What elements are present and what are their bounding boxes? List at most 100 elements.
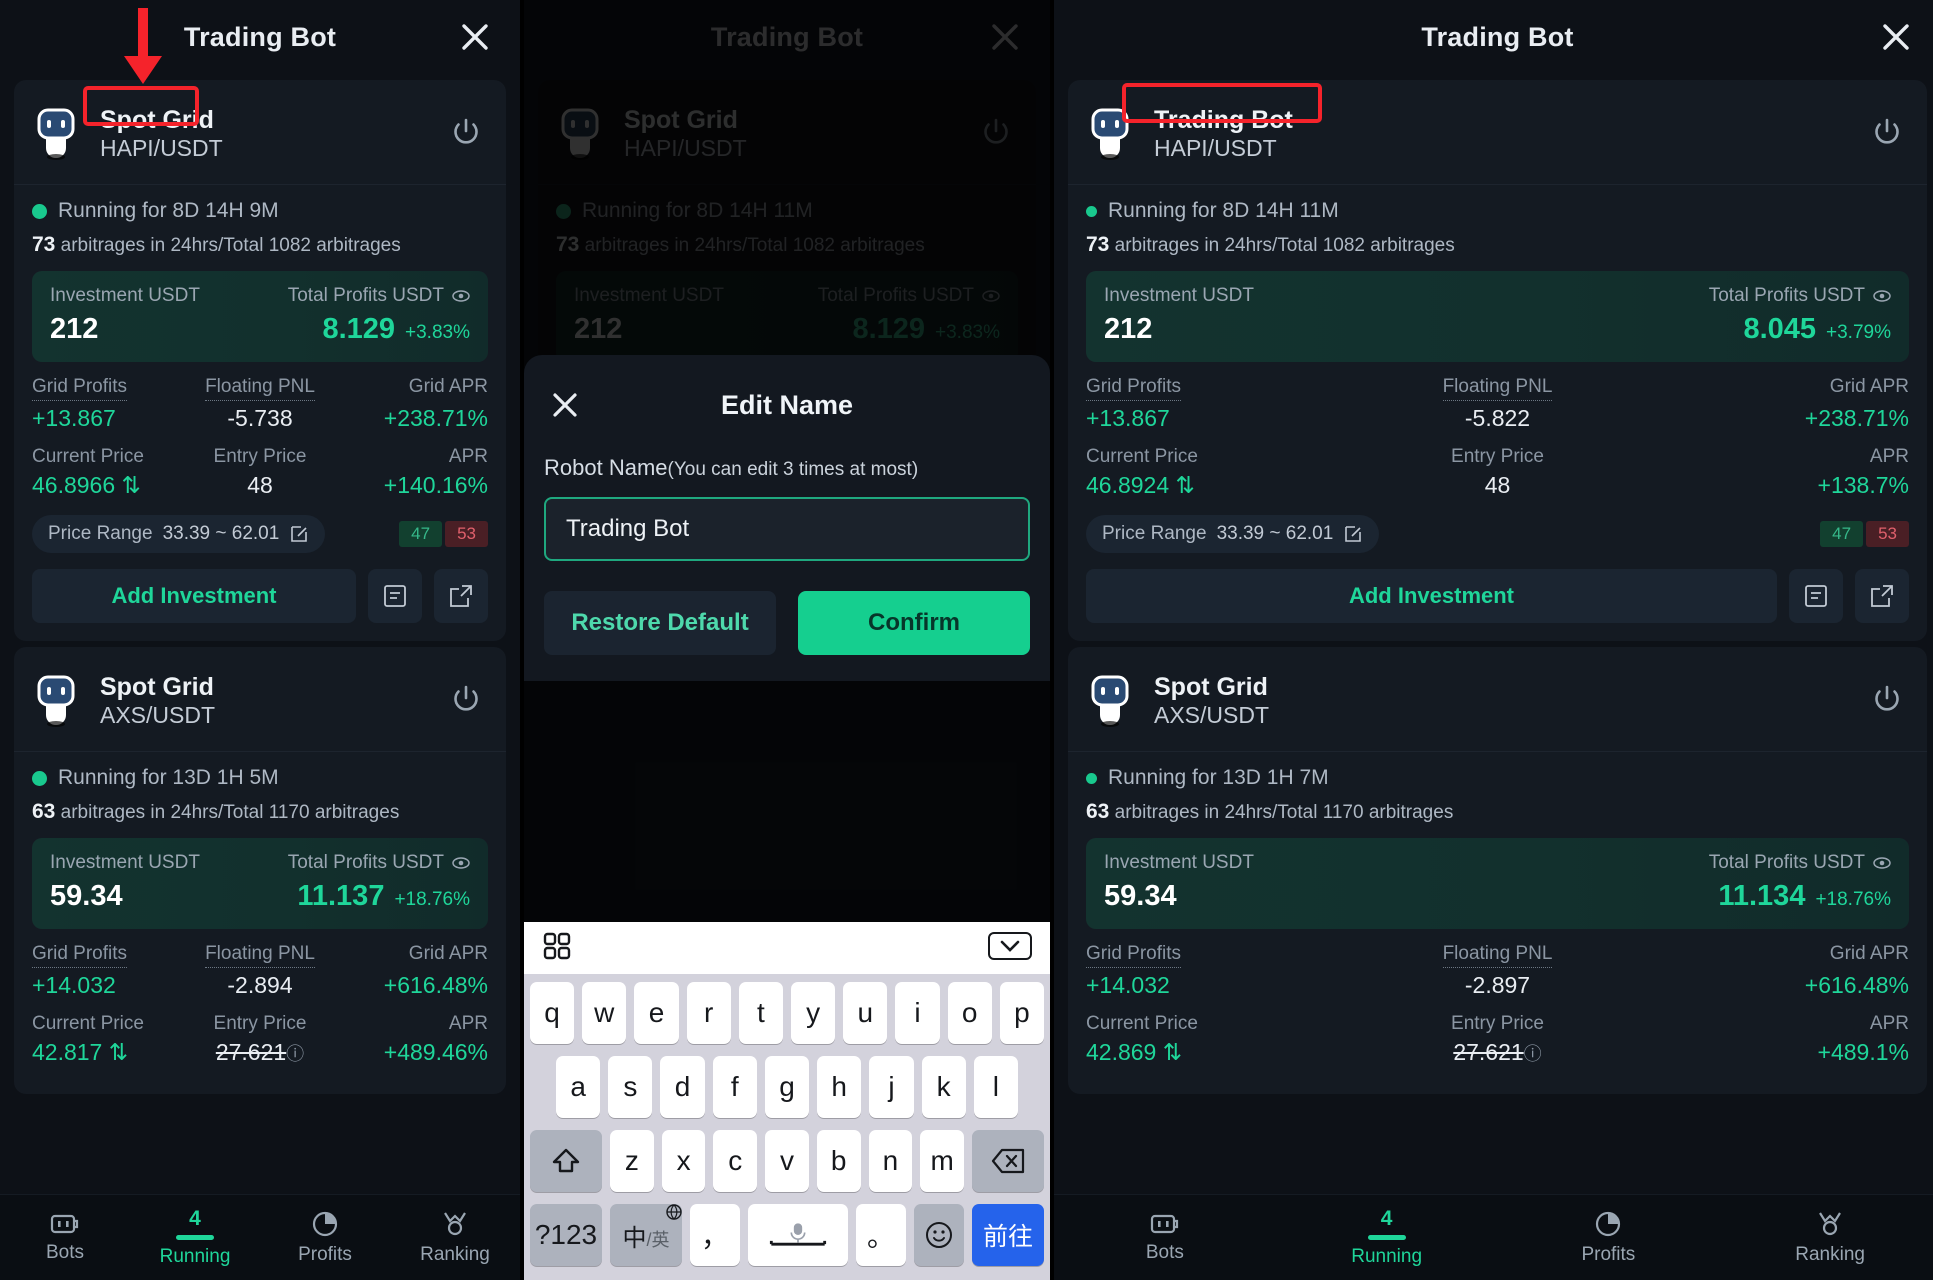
- grid-profits-value: +13.867: [32, 405, 116, 431]
- key-g[interactable]: g: [764, 1056, 810, 1118]
- edit-icon[interactable]: [1343, 524, 1363, 544]
- help-icon[interactable]: ⓘ: [1524, 1044, 1542, 1064]
- key-r[interactable]: r: [686, 982, 731, 1044]
- key-y[interactable]: y: [791, 982, 836, 1044]
- confirm-button[interactable]: Confirm: [798, 591, 1030, 655]
- key-n[interactable]: n: [868, 1130, 913, 1192]
- candlestick-icon: ⇅: [121, 472, 141, 498]
- key-b[interactable]: b: [816, 1130, 861, 1192]
- edit-icon[interactable]: [289, 524, 309, 544]
- details-icon[interactable]: [1789, 569, 1843, 623]
- key-z[interactable]: z: [609, 1130, 654, 1192]
- key-l[interactable]: l: [973, 1056, 1018, 1118]
- power-icon[interactable]: [448, 681, 484, 717]
- nav-item-ranking[interactable]: Ranking: [1719, 1210, 1933, 1266]
- floating-pnl-value: -5.738: [227, 405, 293, 431]
- key-o[interactable]: o: [947, 982, 992, 1044]
- nav-item-bots[interactable]: Bots: [0, 1212, 130, 1264]
- language-toggle-key[interactable]: 中/英: [610, 1203, 682, 1266]
- profits-col: Total Profits USDT 8.129 +3.83%: [288, 285, 470, 346]
- go-key[interactable]: 前往: [972, 1204, 1044, 1266]
- key-t[interactable]: t: [738, 982, 783, 1044]
- power-icon[interactable]: [1869, 681, 1905, 717]
- investment-value: 59.34: [1104, 880, 1177, 912]
- key-s[interactable]: s: [608, 1056, 653, 1118]
- bot-title-block: Spot Grid HAPI/USDT: [100, 106, 223, 162]
- numeric-key[interactable]: ?123: [530, 1204, 602, 1266]
- nav-item-running[interactable]: 4 Running: [1276, 1208, 1498, 1268]
- grid-apr-label: Grid APR: [408, 376, 488, 397]
- apr-value: +140.16%: [383, 472, 488, 498]
- details-icon[interactable]: [368, 569, 422, 623]
- candlestick-icon: ⇅: [108, 1039, 129, 1065]
- key-j[interactable]: j: [869, 1056, 914, 1118]
- period-key[interactable]: 。: [856, 1204, 906, 1266]
- bot-card[interactable]: Trading Bot HAPI/USDT Running for 8D 14H…: [1068, 80, 1927, 641]
- investment-box: Investment USDT 59.34 Total Profits USDT…: [1086, 838, 1909, 929]
- chevron-down-icon[interactable]: [988, 931, 1032, 966]
- close-icon[interactable]: [550, 390, 580, 420]
- globe-icon: [665, 1203, 682, 1220]
- arbitrage-row: 73 arbitrages in 24hrs/Total 1082 arbitr…: [32, 233, 488, 257]
- key-i[interactable]: i: [895, 982, 940, 1044]
- emoji-key-icon[interactable]: [914, 1204, 964, 1266]
- key-k[interactable]: k: [921, 1056, 966, 1118]
- key-u[interactable]: u: [843, 982, 888, 1044]
- space-key[interactable]: [748, 1204, 848, 1266]
- keyboard-grid-icon[interactable]: [542, 931, 572, 966]
- investment-label: Investment USDT: [50, 852, 200, 873]
- metrics-grid: Grid Profits Floating PNL Grid APR +14.0…: [1086, 929, 1909, 1076]
- help-icon[interactable]: ⓘ: [286, 1044, 304, 1064]
- current-price-label: Current Price: [32, 446, 144, 467]
- add-investment-button[interactable]: Add Investment: [1086, 569, 1777, 623]
- restore-default-button[interactable]: Restore Default: [544, 591, 776, 655]
- power-icon[interactable]: [448, 114, 484, 150]
- bot-card[interactable]: Spot Grid AXS/USDT Running for 13D 1H 5M…: [14, 647, 506, 1094]
- price-range-pill[interactable]: Price Range 33.39 ~ 62.01: [1086, 515, 1380, 553]
- nav-item-bots[interactable]: Bots: [1054, 1212, 1276, 1264]
- apr-value: +489.1%: [1817, 1039, 1909, 1065]
- key-p[interactable]: p: [999, 982, 1045, 1044]
- nav-item-profits[interactable]: Profits: [1498, 1210, 1720, 1266]
- apr-label: APR: [1869, 446, 1909, 467]
- shift-key-icon[interactable]: [529, 1130, 602, 1192]
- bot-title-block: Spot Grid AXS/USDT: [1154, 673, 1269, 729]
- nav-item-running[interactable]: 4 Running: [130, 1208, 260, 1268]
- running-underline-icon: [176, 1234, 214, 1240]
- key-d[interactable]: d: [660, 1056, 705, 1118]
- current-price-value: 46.8924: [1086, 472, 1170, 498]
- key-c[interactable]: c: [713, 1130, 758, 1192]
- entry-price-label: Entry Price: [1451, 446, 1544, 467]
- bot-card-body: Running for 13D 1H 7M 63 arbitrages in 2…: [1068, 752, 1927, 1094]
- key-m[interactable]: m: [920, 1130, 965, 1192]
- entry-price-label: Entry Price: [213, 1013, 307, 1034]
- bot-card[interactable]: Spot Grid HAPI/USDT Running for 8D 14H 9…: [14, 80, 506, 641]
- key-e[interactable]: e: [634, 982, 679, 1044]
- comma-key[interactable]: ，: [690, 1204, 740, 1266]
- profits-value: 11.137: [297, 880, 385, 912]
- bot-card[interactable]: Spot Grid AXS/USDT Running for 13D 1H 7M…: [1068, 647, 1927, 1094]
- price-range-pill[interactable]: Price Range 33.39 ~ 62.01: [32, 515, 326, 553]
- key-w[interactable]: w: [582, 982, 627, 1044]
- modal-header: Edit Name: [544, 381, 1030, 429]
- candlestick-icon: ⇅: [1175, 472, 1195, 498]
- key-a[interactable]: a: [556, 1056, 601, 1118]
- close-icon[interactable]: [458, 20, 492, 54]
- power-icon[interactable]: [1869, 114, 1905, 150]
- nav-item-profits[interactable]: Profits: [260, 1210, 390, 1266]
- profits-label: Total Profits USDT: [1708, 852, 1865, 873]
- nav-item-ranking[interactable]: Ranking: [390, 1210, 520, 1266]
- robot-name-input[interactable]: [544, 497, 1030, 561]
- share-icon[interactable]: [1855, 569, 1909, 623]
- sell-count: 53: [445, 521, 488, 547]
- backspace-key-icon[interactable]: [972, 1130, 1045, 1192]
- share-icon[interactable]: [434, 569, 488, 623]
- key-v[interactable]: v: [765, 1130, 809, 1192]
- close-icon[interactable]: [1879, 20, 1913, 54]
- key-q[interactable]: q: [529, 982, 575, 1044]
- key-h[interactable]: h: [817, 1056, 862, 1118]
- nav-label: Ranking: [420, 1243, 490, 1265]
- add-investment-button[interactable]: Add Investment: [32, 569, 356, 623]
- key-x[interactable]: x: [661, 1130, 706, 1192]
- key-f[interactable]: f: [712, 1056, 757, 1118]
